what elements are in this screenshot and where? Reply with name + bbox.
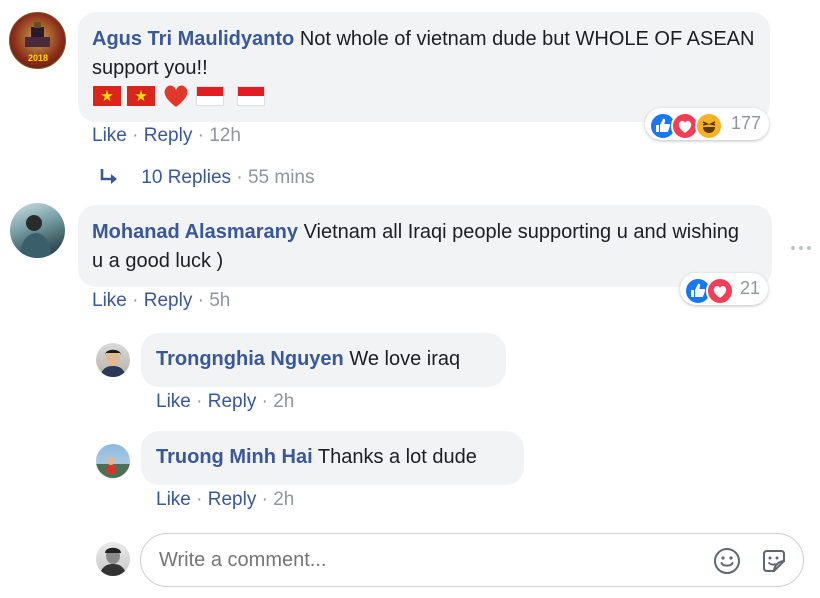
emoji-row: [93, 83, 267, 109]
like-link[interactable]: Like: [92, 290, 127, 311]
avatar-photo-icon: [99, 547, 127, 576]
reply-link[interactable]: Reply: [144, 125, 193, 146]
comment-author[interactable]: Agus Tri Maulidyanto: [92, 28, 294, 50]
comment-input[interactable]: [159, 546, 679, 574]
separator: ·: [197, 290, 204, 311]
reply-link[interactable]: Reply: [208, 489, 257, 510]
reply-author[interactable]: Trongnghia Nguyen: [156, 348, 344, 370]
avatar[interactable]: [10, 203, 65, 258]
timestamp[interactable]: 2h: [273, 489, 294, 510]
reply-link[interactable]: Reply: [144, 290, 193, 311]
reply-actions: Like · Reply · 2h: [156, 391, 294, 413]
reaction-count: 21: [740, 278, 761, 298]
dots-icon: [791, 246, 811, 250]
avatar-year-text: 2018: [28, 53, 49, 63]
avatar[interactable]: [96, 343, 130, 377]
timestamp: 55 mins: [247, 167, 315, 189]
reply-text-block: Trongnghia Nguyen We love iraq: [156, 345, 460, 374]
reply-text: We love iraq: [349, 348, 461, 370]
reply-arrow-icon: [100, 169, 117, 184]
separator: ·: [196, 391, 203, 412]
indonesia-flag-icon: [196, 86, 225, 106]
reply-text: Thanks a lot dude: [317, 446, 477, 468]
emoji-icon[interactable]: [713, 547, 741, 575]
timestamp[interactable]: 2h: [273, 391, 294, 412]
comment-text-block: Mohanad Alasmarany Vietnam all Iraqi peo…: [92, 218, 752, 276]
vietnam-flag-icon: [127, 86, 156, 106]
separator: ·: [197, 125, 204, 146]
like-link[interactable]: Like: [92, 125, 127, 146]
reaction-summary[interactable]: 21: [680, 273, 768, 305]
timestamp[interactable]: 12h: [209, 125, 241, 146]
comment-author[interactable]: Mohanad Alasmarany: [92, 221, 298, 243]
comment-actions: Like · Reply · 12h: [92, 125, 241, 147]
reply-author[interactable]: Truong Minh Hai: [156, 446, 313, 468]
separator: ·: [236, 167, 243, 189]
avatar-photo-icon: [100, 349, 126, 377]
sticker-icon[interactable]: [759, 546, 789, 576]
reaction-count: 177: [731, 113, 762, 133]
reply-text-block: Truong Minh Hai Thanks a lot dude: [156, 443, 477, 472]
avatar-photo-icon: [96, 457, 130, 478]
replies-link[interactable]: 10 Replies: [141, 167, 231, 188]
separator: ·: [261, 391, 268, 412]
indonesia-flag-icon: [236, 86, 265, 106]
separator: ·: [196, 489, 203, 510]
avatar[interactable]: 2018: [9, 12, 66, 69]
reaction-summary[interactable]: 177: [645, 108, 769, 140]
comment-actions: Like · Reply · 5h: [92, 290, 230, 312]
heart-icon: [164, 85, 188, 107]
comment-text-block: Agus Tri Maulidyanto Not whole of vietna…: [92, 25, 757, 83]
love-icon: [706, 277, 734, 305]
separator: ·: [132, 290, 139, 311]
separator: ·: [261, 489, 268, 510]
timestamp[interactable]: 5h: [209, 290, 230, 311]
reply-link[interactable]: Reply: [208, 391, 257, 412]
vietnam-flag-icon: [93, 86, 121, 106]
comment-composer[interactable]: [140, 533, 804, 587]
view-replies-row[interactable]: 10 Replies · 55 mins: [98, 167, 314, 189]
reply-actions: Like · Reply · 2h: [156, 489, 294, 511]
avatar[interactable]: [96, 444, 130, 478]
separator: ·: [132, 125, 139, 146]
more-options-icon[interactable]: [789, 240, 813, 250]
avatar-photo-icon: [20, 215, 52, 258]
like-link[interactable]: Like: [156, 391, 191, 412]
like-link[interactable]: Like: [156, 489, 191, 510]
user-avatar[interactable]: [96, 542, 130, 576]
haha-icon: [695, 112, 723, 140]
